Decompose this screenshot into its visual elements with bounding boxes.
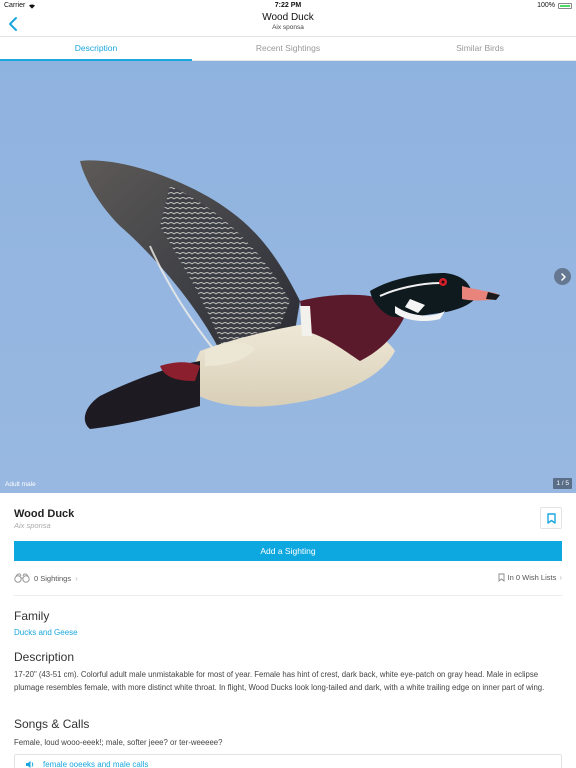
audio-clip-item[interactable]: female ooeeks and male calls [14,754,562,768]
tab-description[interactable]: Description [0,37,192,61]
family-link[interactable]: Ducks and Geese [14,628,78,637]
audio-clip-label: female ooeeks and male calls [43,759,149,768]
photo-caption: Adult male [5,481,36,488]
bookmark-icon [546,512,556,524]
photo-counter: 1 / 5 [553,478,572,489]
chevron-right-icon [560,272,566,281]
next-photo-button[interactable] [554,268,571,285]
bird-name: Wood Duck [14,508,75,520]
speaker-icon [26,760,34,768]
description-text: 17-20" (43-51 cm). Colorful adult male u… [14,670,545,692]
battery-indicator: 100% [537,2,572,9]
bird-photo [80,160,500,429]
bird-scientific-name: Aix sponsa [14,521,51,530]
description-heading: Description [14,650,75,664]
photo-gallery[interactable]: Adult male 1 / 5 [0,61,576,493]
tab-bar: Description Recent Sightings Similar Bir… [0,37,576,61]
tab-recent-sightings[interactable]: Recent Sightings [192,37,384,60]
wishlists-link[interactable]: In 0 Wish Lists › [498,573,562,582]
navigation-bar: Wood Duck Aix sponsa [0,10,576,37]
tab-similar-birds[interactable]: Similar Birds [384,37,576,60]
clock: 7:22 PM [274,2,302,9]
chevron-right-icon: › [75,573,78,583]
battery-percent: 100% [537,2,555,9]
stats-row: 0 Sightings › In 0 Wish Lists › [14,573,562,596]
family-heading: Family [14,609,50,623]
songs-text: Female, loud wooo-eeek!; male, softer je… [14,738,223,747]
wishlist-bookmark-button[interactable] [540,507,562,529]
battery-icon [558,2,572,9]
binoculars-icon [14,573,30,583]
wishlists-count: In 0 Wish Lists [507,573,557,582]
songs-heading: Songs & Calls [14,717,90,731]
page-subtitle: Aix sponsa [272,24,304,31]
page-title: Wood Duck [262,12,314,23]
sightings-link[interactable]: 0 Sightings › [14,573,78,583]
add-sighting-button[interactable]: Add a Sighting [14,541,562,561]
sightings-count: 0 Sightings [34,573,72,583]
bookmark-outline-icon [498,573,505,582]
chevron-right-icon: › [559,573,562,582]
